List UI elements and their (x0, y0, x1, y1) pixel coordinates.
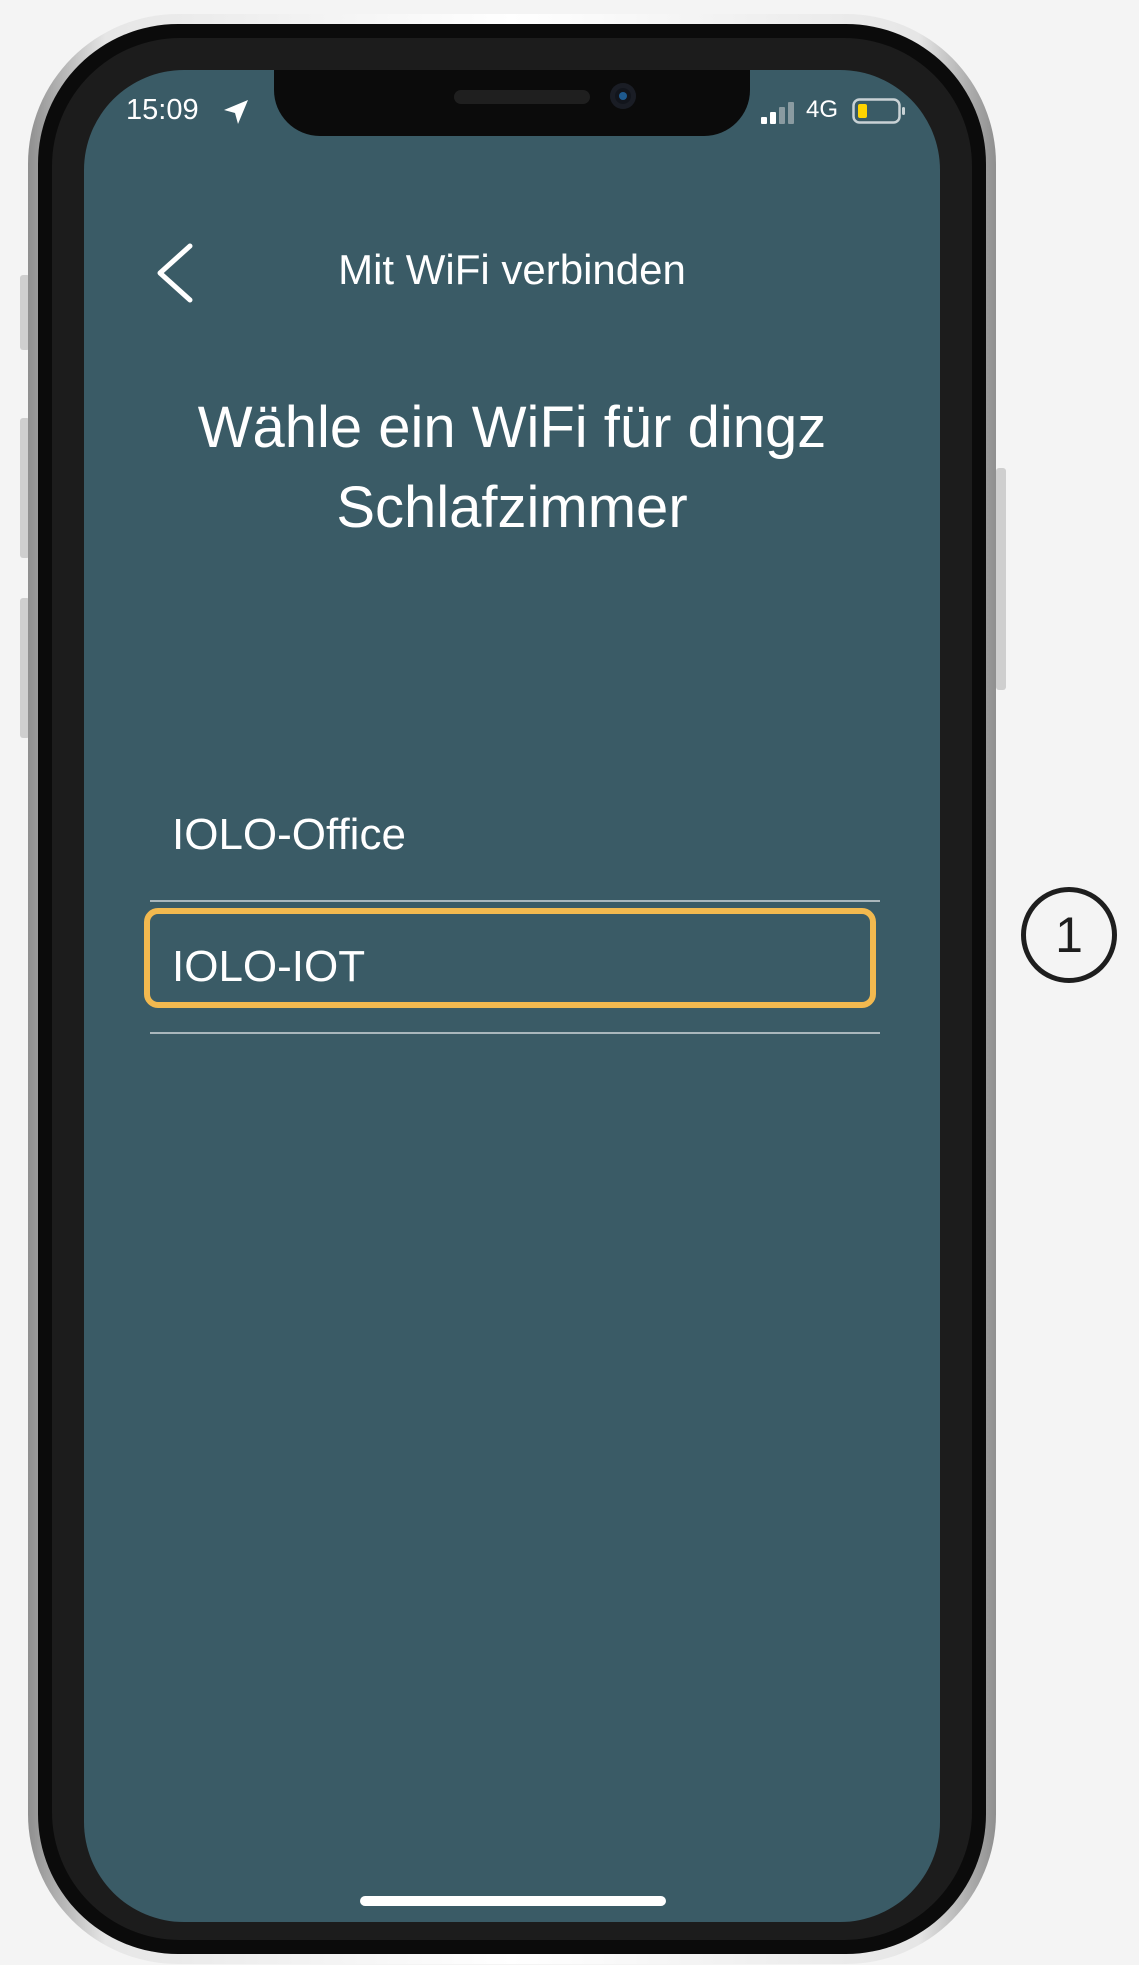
wifi-network-item[interactable]: IOLO-IOT (144, 902, 880, 1034)
step-number-badge: 1 (1021, 887, 1117, 983)
heading-line-2: Schlafzimmer (336, 475, 688, 540)
page-heading: Wähle ein WiFi für dingz Schlafzimmer (144, 388, 880, 548)
battery-low-icon (852, 98, 905, 124)
wifi-network-label: IOLO-Office (172, 810, 406, 859)
power-button (996, 468, 1006, 690)
phone-screen: 15:09 4G Mit WiFi verbinden Wähle ein Wi… (84, 70, 940, 1922)
front-camera (610, 83, 636, 109)
nav-title: Mit WiFi verbinden (338, 246, 686, 293)
wifi-network-list: IOLO-Office IOLO-IOT (144, 770, 880, 1034)
heading-line-1: Wähle ein WiFi für dingz (197, 395, 827, 460)
notch (274, 70, 750, 136)
network-type: 4G (806, 96, 839, 123)
location-arrow-icon (224, 100, 248, 124)
wifi-network-label: IOLO-IOT (172, 942, 366, 991)
home-indicator[interactable] (360, 1896, 666, 1906)
cellular-signal-icon (761, 102, 794, 124)
status-time: 15:09 (126, 94, 199, 126)
earpiece-speaker (454, 90, 590, 104)
wifi-network-item[interactable]: IOLO-Office (150, 770, 880, 902)
